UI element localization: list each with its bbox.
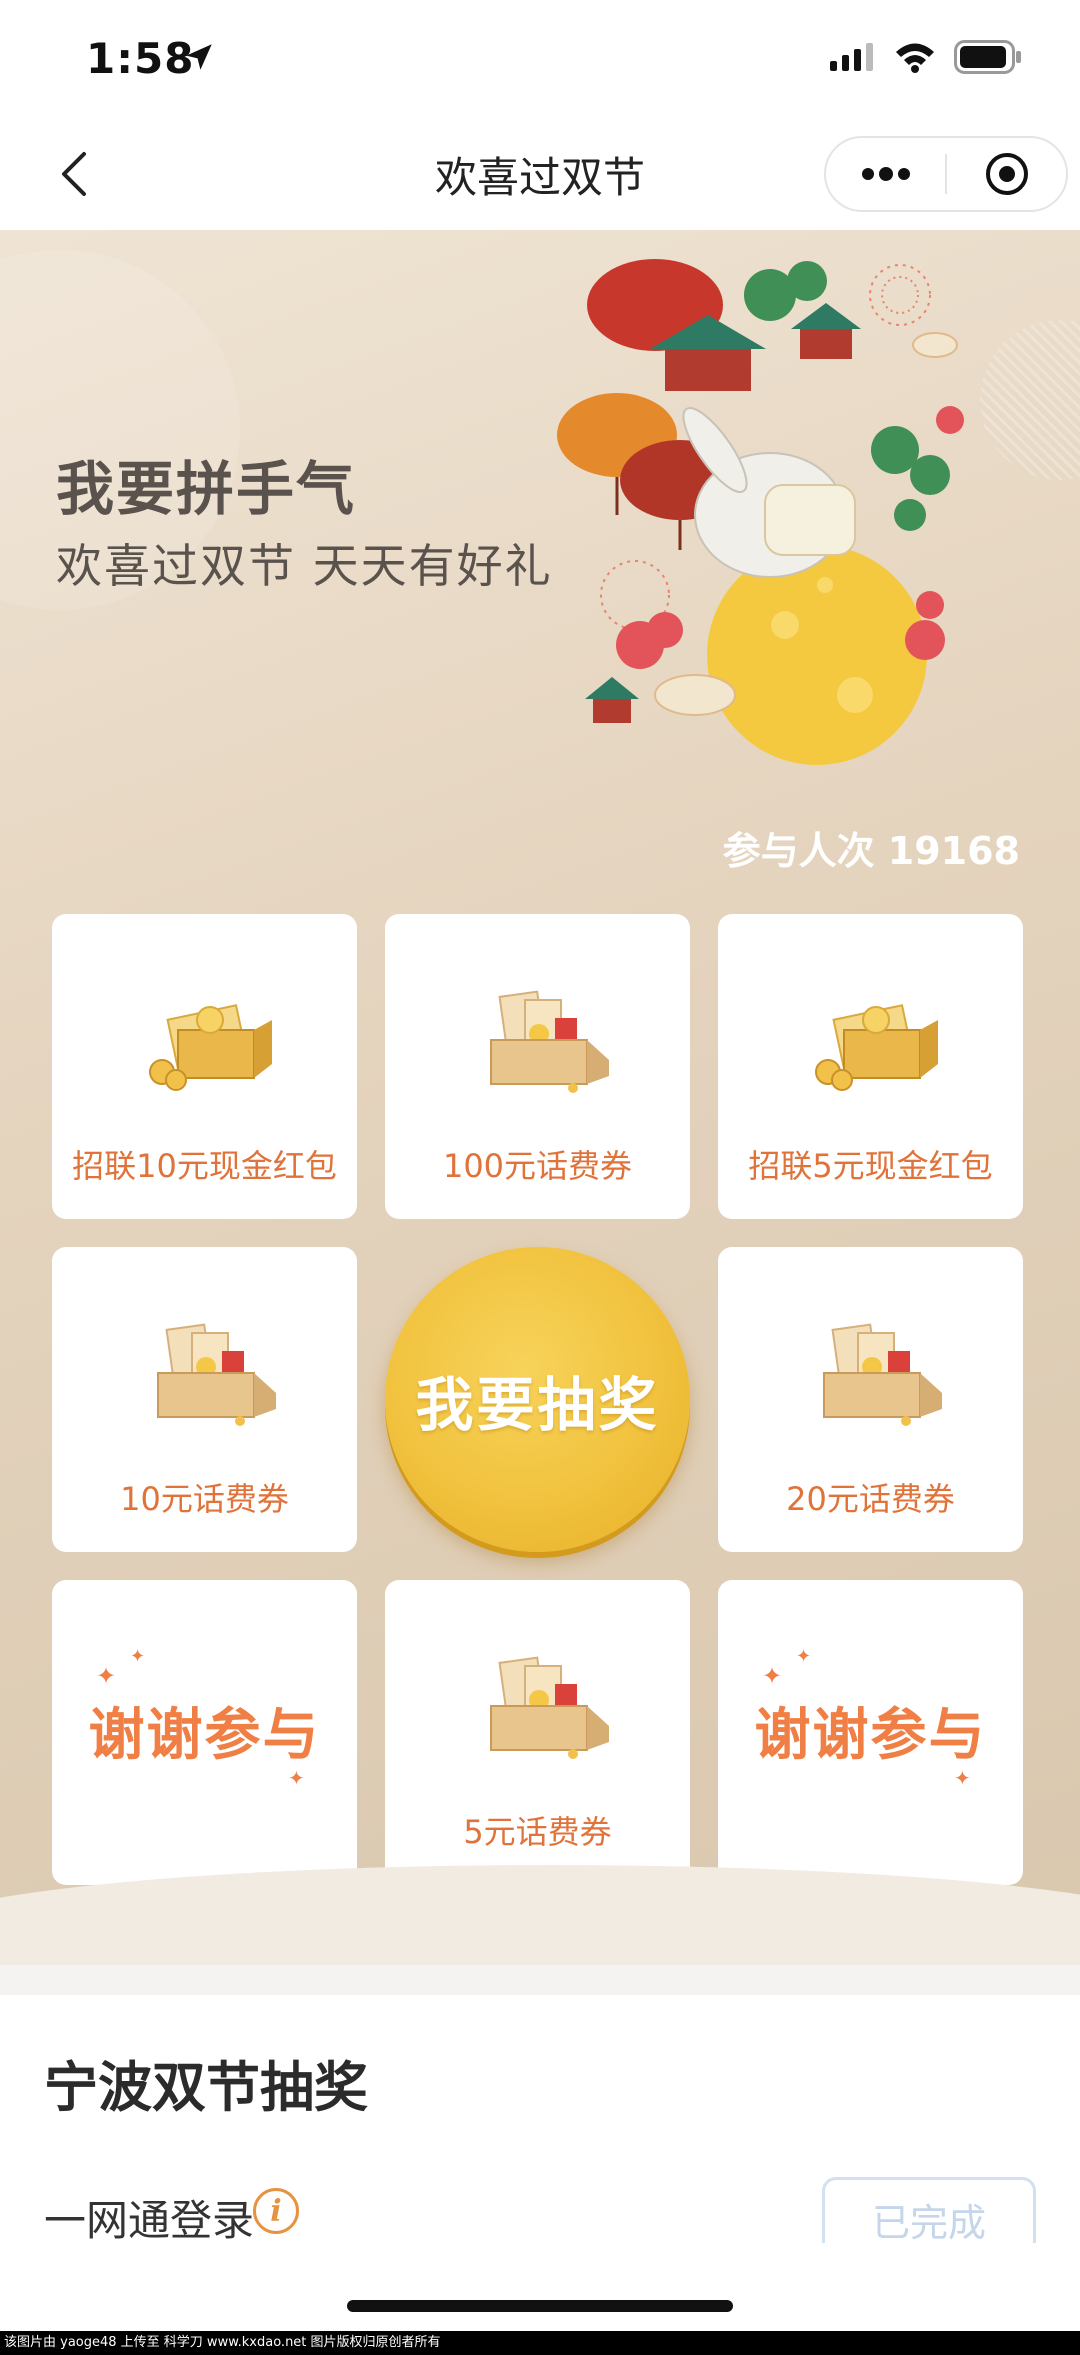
- sparkle-icon: ✦: [762, 1662, 783, 1690]
- sparkle-icon: ✦: [796, 1646, 812, 1667]
- prize-label: 20元话费券: [786, 1480, 955, 1518]
- gold-gift-box-icon: [52, 984, 357, 1114]
- prize-label: 招联10元现金红包: [72, 1147, 337, 1185]
- thanks-label: 谢谢参与: [88, 1703, 321, 1768]
- voucher-box-icon: [385, 1650, 690, 1780]
- draw-lottery-button[interactable]: 我要抽奖: [385, 1247, 690, 1552]
- prize-cell: 招联10元现金红包: [52, 914, 357, 1219]
- prize-cell: 5元话费券: [385, 1580, 690, 1885]
- more-dots-icon: [861, 167, 910, 181]
- prize-cell: 10元话费券: [52, 1247, 357, 1552]
- miniprogram-capsule: [824, 136, 1068, 212]
- prize-label: 5元话费券: [463, 1813, 612, 1851]
- sparkle-icon: ✦: [130, 1646, 146, 1667]
- status-icons: [828, 40, 1022, 74]
- prize-label: 招联5元现金红包: [748, 1147, 993, 1185]
- info-icon[interactable]: i: [253, 2188, 299, 2234]
- banner-subtitle: 欢喜过双节 天天有好礼: [56, 539, 553, 593]
- nav-bar: 欢喜过双节: [0, 118, 1080, 230]
- cellular-signal-icon: [830, 43, 873, 71]
- thanks-cell: ✦ ✦ ✦ 谢谢参与: [52, 1580, 357, 1885]
- thanks-cell: ✦ ✦ ✦ 谢谢参与: [718, 1580, 1023, 1885]
- banner-title: 我要拼手气: [56, 455, 357, 523]
- festival-illustration: [557, 259, 964, 765]
- watermark: 该图片由 yaoge48 上传至 科学刀 www.kxdao.net 图片版权归…: [0, 2331, 1080, 2355]
- prize-cell: 100元话费券: [385, 914, 690, 1219]
- voucher-box-icon: [52, 1317, 357, 1447]
- battery-icon: [954, 40, 1021, 74]
- task-label: 一网通登录: [44, 2196, 255, 2245]
- section-title: 宁波双节抽奖: [44, 2056, 368, 2119]
- more-button[interactable]: [826, 138, 945, 210]
- thanks-label: 谢谢参与: [754, 1703, 987, 1768]
- prize-label: 100元话费券: [442, 1147, 633, 1185]
- gold-gift-box-icon: [718, 984, 1023, 1114]
- lottery-banner: 我要拼手气 欢喜过双节 天天有好礼 参与人次 19168 招联10元现金红包 1…: [0, 230, 1080, 1965]
- prize-grid: 招联10元现金红包 100元话费券 招联5元现金红包 10元话费券 我要抽奖 2…: [52, 914, 1025, 1887]
- voucher-box-icon: [718, 1317, 1023, 1447]
- wifi-icon: [896, 43, 934, 73]
- sparkle-icon: ✦: [96, 1662, 117, 1690]
- decor-stripes: [980, 320, 1080, 480]
- home-indicator: [347, 2300, 733, 2312]
- target-close-icon: [985, 153, 1028, 195]
- prize-label: 10元话费券: [120, 1480, 289, 1518]
- status-bar: 1:58: [0, 0, 1080, 118]
- participation-count: 参与人次 19168: [722, 829, 1020, 873]
- draw-button-label: 我要抽奖: [415, 1370, 660, 1439]
- prize-cell: 招联5元现金红包: [718, 914, 1023, 1219]
- banner-wave: [0, 1865, 1080, 1965]
- close-miniprogram-button[interactable]: [947, 138, 1066, 210]
- voucher-box-icon: [385, 984, 690, 1114]
- status-time: 1:58: [86, 34, 195, 83]
- location-arrow-icon: [186, 44, 212, 70]
- prize-cell: 20元话费券: [718, 1247, 1023, 1552]
